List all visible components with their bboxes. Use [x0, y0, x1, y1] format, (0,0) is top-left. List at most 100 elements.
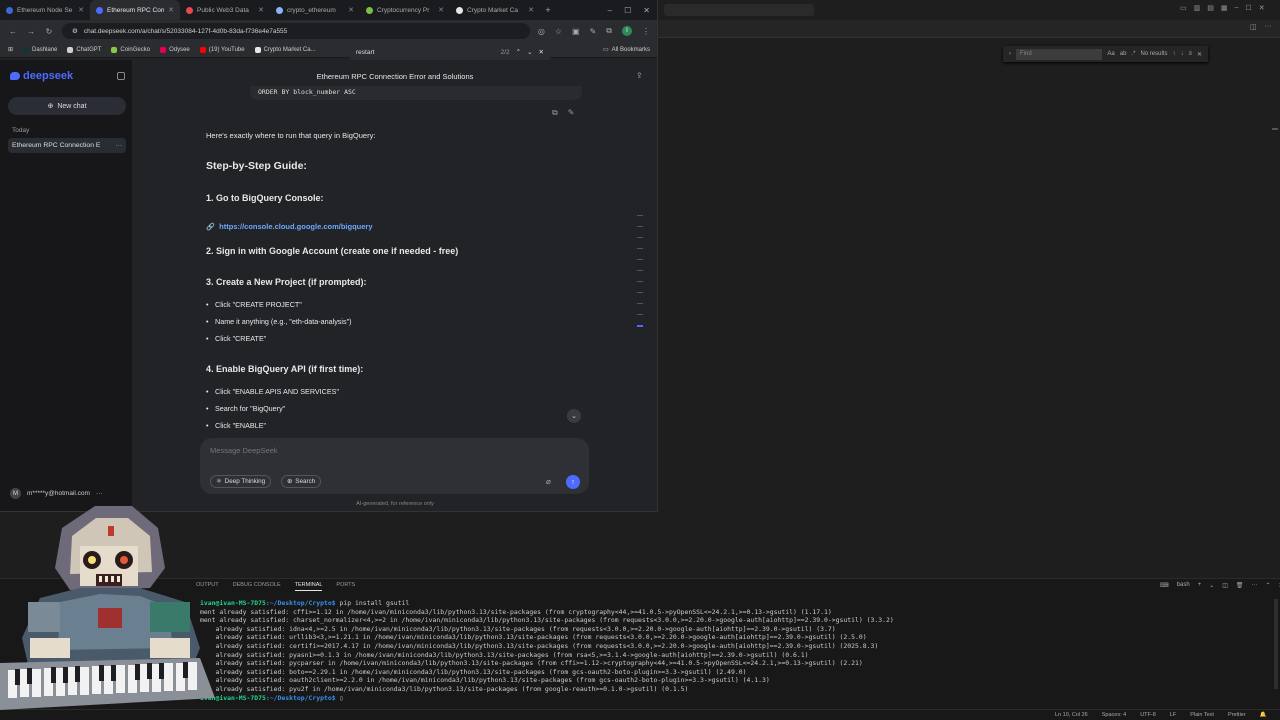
- profile-avatar[interactable]: I: [622, 26, 632, 36]
- whole-word-icon[interactable]: ab: [1120, 51, 1127, 57]
- scroll-down-button[interactable]: ⌄: [567, 409, 581, 423]
- minimap-mark[interactable]: [637, 314, 643, 315]
- history-item[interactable]: Ethereum RPC Connection E ···: [8, 138, 126, 153]
- minimap-mark[interactable]: [637, 281, 643, 282]
- bookmark-item[interactable]: Crypto Market Ca...: [254, 46, 316, 53]
- chevron-down-icon[interactable]: ⌄: [1209, 582, 1214, 589]
- line-ending[interactable]: LF: [1170, 712, 1176, 718]
- find-next-icon[interactable]: ↓: [1180, 51, 1183, 57]
- tab-debug-console[interactable]: DEBUG CONSOLE: [233, 582, 281, 591]
- split-terminal-icon[interactable]: ◫: [1222, 582, 1228, 589]
- bookmark-item[interactable]: Dashlane: [23, 46, 57, 53]
- browser-tab[interactable]: Public Web3 Data ✕: [180, 0, 270, 20]
- layout-icon[interactable]: ▤: [1207, 4, 1214, 12]
- all-bookmarks-button[interactable]: ▭ All Bookmarks: [603, 46, 650, 54]
- indentation[interactable]: Spaces: 4: [1102, 712, 1126, 718]
- bigquery-link[interactable]: https://console.cloud.google.com/bigquer…: [219, 222, 372, 231]
- menu-kebab-icon[interactable]: ⋮: [642, 27, 650, 36]
- encoding[interactable]: UTF-8: [1140, 712, 1156, 718]
- browser-tab[interactable]: Ethereum Node Se ✕: [0, 0, 90, 20]
- more-icon[interactable]: ···: [111, 142, 122, 149]
- bookmark-item[interactable]: ChatGPT: [67, 46, 101, 53]
- editor-tab[interactable]: [664, 4, 814, 16]
- tab-ports[interactable]: PORTS: [336, 582, 355, 591]
- message-input[interactable]: [210, 446, 570, 455]
- language-mode[interactable]: Plain Text: [1190, 712, 1214, 718]
- new-chat-button[interactable]: ⊕ New chat: [8, 97, 126, 115]
- shell-name[interactable]: bash: [1177, 582, 1190, 589]
- minimap-mark[interactable]: [637, 237, 643, 238]
- find-close-icon[interactable]: ✕: [539, 48, 544, 56]
- close-icon[interactable]: ✕: [168, 6, 174, 14]
- address-bar[interactable]: ⚙ chat.deepseek.com/a/chat/s/52033084-12…: [62, 23, 530, 39]
- maximize-icon[interactable]: ☐: [624, 6, 631, 15]
- minimap-mark[interactable]: [637, 248, 643, 249]
- new-tab-button[interactable]: +: [540, 5, 556, 15]
- conversation-minimap[interactable]: [637, 215, 643, 350]
- minimap-mark[interactable]: [637, 215, 643, 216]
- back-icon[interactable]: ←: [8, 27, 18, 36]
- browser-tab[interactable]: crypto_ethereum ✕: [270, 0, 360, 20]
- terminal-scrollbar[interactable]: [1274, 599, 1278, 689]
- close-icon[interactable]: ✕: [348, 6, 354, 14]
- browser-tab-active[interactable]: Ethereum RPC Con ✕: [90, 0, 180, 20]
- site-info-icon[interactable]: ⚙: [72, 27, 78, 35]
- bookmark-star-icon[interactable]: ☆: [555, 27, 562, 36]
- find-input[interactable]: restart: [356, 49, 495, 56]
- minimize-icon[interactable]: –: [1235, 4, 1239, 12]
- attach-icon[interactable]: ⌀: [546, 477, 551, 486]
- layout-icon[interactable]: ▭: [1180, 4, 1187, 12]
- copy-icon[interactable]: ⧉: [552, 108, 558, 118]
- minimap-mark[interactable]: [637, 292, 643, 293]
- terminal-output[interactable]: ivan@ivan-MS-7D75:~/Desktop/Crypto$ pip …: [200, 599, 894, 702]
- notifications-icon[interactable]: 🔔: [1260, 712, 1267, 718]
- close-icon[interactable]: ✕: [78, 6, 84, 14]
- close-window-icon[interactable]: ✕: [1259, 4, 1265, 12]
- minimap-mark-active[interactable]: [637, 325, 643, 327]
- minimize-icon[interactable]: –: [608, 6, 612, 15]
- more-icon[interactable]: ···: [1252, 582, 1258, 589]
- find-next-icon[interactable]: ⌄: [527, 48, 532, 56]
- search-toggle[interactable]: ⊕ Search: [281, 475, 322, 488]
- send-button[interactable]: ↑: [566, 475, 580, 489]
- minimap-mark[interactable]: [637, 303, 643, 304]
- new-terminal-icon[interactable]: +: [1198, 582, 1202, 589]
- minimap-mark[interactable]: [637, 226, 643, 227]
- match-case-icon[interactable]: Aa: [1107, 51, 1114, 57]
- trash-icon[interactable]: 🗑: [1236, 582, 1244, 589]
- close-icon[interactable]: ✕: [258, 6, 264, 14]
- pen-icon[interactable]: ✎: [590, 27, 597, 36]
- find-selection-icon[interactable]: ≡: [1188, 51, 1192, 57]
- maximize-panel-icon[interactable]: ⌃: [1266, 582, 1271, 589]
- extensions-icon[interactable]: ⧉: [606, 26, 612, 36]
- forward-icon[interactable]: →: [26, 27, 36, 36]
- more-icon[interactable]: ···: [1265, 23, 1272, 31]
- find-close-icon[interactable]: ✕: [1197, 51, 1202, 58]
- close-icon[interactable]: ✕: [528, 6, 534, 14]
- layout-icon[interactable]: ▦: [1221, 4, 1228, 12]
- browser-tab[interactable]: Crypto Market Ca ✕: [450, 0, 540, 20]
- lens-icon[interactable]: ◎: [538, 27, 545, 36]
- sidebar-collapse-icon[interactable]: [117, 72, 125, 80]
- maximize-icon[interactable]: ☐: [1245, 4, 1251, 12]
- editor-scroll-indicator[interactable]: [1272, 128, 1278, 130]
- editor-find-input[interactable]: Find: [1016, 48, 1103, 60]
- bookmark-item[interactable]: Odysee: [160, 46, 190, 53]
- minimap-mark[interactable]: [637, 270, 643, 271]
- reload-icon[interactable]: ↻: [44, 27, 54, 36]
- cursor-position[interactable]: Ln 10, Col 26: [1055, 712, 1088, 718]
- bookmark-item[interactable]: (19) YouTube: [199, 46, 245, 53]
- minimap-mark[interactable]: [637, 259, 643, 260]
- apps-grid-icon[interactable]: ⊞: [8, 46, 13, 53]
- close-icon[interactable]: ✕: [438, 6, 444, 14]
- close-window-icon[interactable]: ✕: [643, 6, 650, 15]
- edit-icon[interactable]: ✎: [568, 108, 575, 118]
- share-icon[interactable]: ⇪: [636, 71, 645, 80]
- tab-terminal[interactable]: TERMINAL: [294, 582, 323, 591]
- find-prev-icon[interactable]: ↑: [1172, 51, 1175, 57]
- split-editor-icon[interactable]: ◫: [1250, 23, 1257, 31]
- find-prev-icon[interactable]: ⌃: [516, 48, 521, 56]
- more-icon[interactable]: ···: [96, 490, 103, 497]
- layout-icon[interactable]: ▥: [1194, 4, 1201, 12]
- browser-tab[interactable]: Cryptocurrency Pr ✕: [360, 0, 450, 20]
